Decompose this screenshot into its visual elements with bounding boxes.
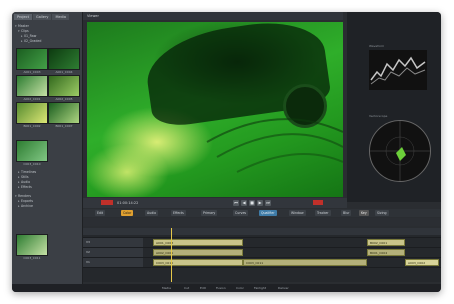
page-deliver[interactable]: Deliver <box>278 285 289 291</box>
track-header[interactable]: V2 <box>83 248 143 257</box>
track-v2: V2 A002_C005 B001_C004 <box>83 247 441 257</box>
panel-tabs: Project Gallery Media <box>14 14 69 20</box>
timeline-clip[interactable]: B001_C004 <box>367 249 405 256</box>
page-cut[interactable]: Cut <box>184 285 189 291</box>
toolbar-sizing-button[interactable]: Sizing <box>375 210 389 216</box>
page-edit[interactable]: Edit <box>200 285 206 291</box>
video-viewer[interactable] <box>87 22 343 197</box>
track-v3: V3 A001_C003 B002_C001 <box>83 237 441 247</box>
tab-gallery[interactable]: Gallery <box>32 14 52 20</box>
tree-item[interactable]: ▸Archive <box>18 204 33 208</box>
stop-button[interactable]: ■ <box>249 200 255 206</box>
loop-indicator[interactable] <box>313 200 323 205</box>
toolbar-curves-button[interactable]: Curves <box>233 210 249 216</box>
tree-item[interactable]: ▸Effects <box>18 185 32 189</box>
clip-thumbnail[interactable]: A002_C005 <box>48 75 80 101</box>
timeline-ruler[interactable] <box>83 228 441 235</box>
tree-item[interactable]: ▸Timelines <box>18 170 36 174</box>
clip-thumbnail[interactable]: A001_C003 <box>16 48 48 74</box>
toolbar-key-button[interactable]: Key <box>359 210 369 216</box>
toolbar-primary-button[interactable]: Primary <box>201 210 218 216</box>
vectorscope <box>369 120 431 182</box>
toolbar-color-button[interactable]: Color <box>121 210 134 216</box>
page-fairlight[interactable]: Fairlight <box>254 285 266 291</box>
timeline-clip[interactable]: A003_C002 <box>405 259 439 266</box>
tire-marks <box>206 118 343 173</box>
toolbar-qualifier-button[interactable]: Qualifier <box>259 210 277 216</box>
transport-bar: 01:00:14:22 ⏮ ◀ ■ ▶ ⏭ <box>83 198 347 208</box>
viewer-title: Viewer <box>87 14 99 18</box>
tree-item[interactable]: ▸Stills <box>18 175 29 179</box>
page-navigation-bar: Media Cut Edit Fusion Color Fairlight De… <box>12 284 441 292</box>
waveform-trace <box>370 56 426 85</box>
record-indicator <box>101 200 113 205</box>
clip-thumbnail[interactable]: C003_C010 <box>16 140 48 166</box>
waveform-label: Waveform <box>369 44 385 48</box>
step-back-button[interactable]: ◀ <box>241 200 247 206</box>
timeline-clip[interactable]: B002_C001 <box>367 239 405 246</box>
timeline-clip[interactable]: A001_C003 <box>153 239 243 246</box>
timeline-clip[interactable]: C003_C011 <box>243 259 367 266</box>
toolbar-blur-button[interactable]: Blur <box>341 210 352 216</box>
secondary-toolbar <box>83 218 441 226</box>
track-v1: V1 C003_C010 C003_C011 A003_C002 <box>83 257 441 267</box>
tree-item[interactable]: ▸Exports <box>18 199 33 203</box>
toolbar-audio-button[interactable]: Audio <box>145 210 159 216</box>
page-fusion[interactable]: Fusion <box>216 285 226 291</box>
toolbar-edit-button[interactable]: Edit <box>95 210 106 216</box>
timeline-clip[interactable]: C003_C010 <box>153 259 243 266</box>
jump-start-button[interactable]: ⏮ <box>233 200 239 206</box>
clip-thumbnail[interactable]: A002_C001 <box>16 75 48 101</box>
scopes-panel: Waveform Vectorscope <box>347 12 441 202</box>
timeline[interactable]: V3 A001_C003 B002_C001 V2 A002_C005 B001… <box>83 228 441 282</box>
tree-item[interactable]: ▾Clips <box>18 29 29 33</box>
toolbar-window-button[interactable]: Window <box>289 210 306 216</box>
viewer-header: Viewer <box>83 12 343 20</box>
tab-media[interactable]: Media <box>52 14 69 20</box>
track-header[interactable]: V3 <box>83 238 143 247</box>
track-a1 <box>83 267 441 277</box>
page-media[interactable]: Media <box>162 285 171 291</box>
playhead[interactable] <box>171 228 172 282</box>
timeline-clip[interactable]: A002_C005 <box>153 249 243 256</box>
clip-thumbnail[interactable]: B001_C002 <box>16 102 48 128</box>
vectorscope-graticule <box>370 121 430 181</box>
tree-item[interactable]: ▸02_Graded <box>21 39 41 43</box>
waveform-scope <box>369 50 427 90</box>
color-toolbar: Edit Color Audio Effects Primary Curves … <box>83 209 441 217</box>
tree-item[interactable]: ▾Renders <box>15 194 31 198</box>
app-window: Project Gallery Media ▾Master ▾Clips ▸01… <box>12 12 441 292</box>
page-color[interactable]: Color <box>236 285 244 291</box>
clip-thumbnail[interactable]: B001_C007 <box>48 102 80 128</box>
clip-thumbnail[interactable]: A001_C004 <box>48 48 80 74</box>
timecode-display: 01:00:14:22 <box>117 201 139 205</box>
tree-item[interactable]: ▾Master <box>15 24 29 28</box>
toolbar-effects-button[interactable]: Effects <box>171 210 186 216</box>
play-button[interactable]: ▶ <box>257 200 263 206</box>
tab-project[interactable]: Project <box>14 14 32 20</box>
toolbar-tracker-button[interactable]: Tracker <box>315 210 331 216</box>
track-header[interactable]: V1 <box>83 258 143 267</box>
media-pool-panel: Project Gallery Media ▾Master ▾Clips ▸01… <box>12 12 83 292</box>
clip-thumbnail[interactable]: C003_C011 <box>16 234 48 260</box>
tree-item[interactable]: ▸01_Raw <box>21 34 36 38</box>
vectorscope-label: Vectorscope <box>369 114 388 118</box>
jump-end-button[interactable]: ⏭ <box>265 200 271 206</box>
tree-item[interactable]: ▸Audio <box>18 180 30 184</box>
